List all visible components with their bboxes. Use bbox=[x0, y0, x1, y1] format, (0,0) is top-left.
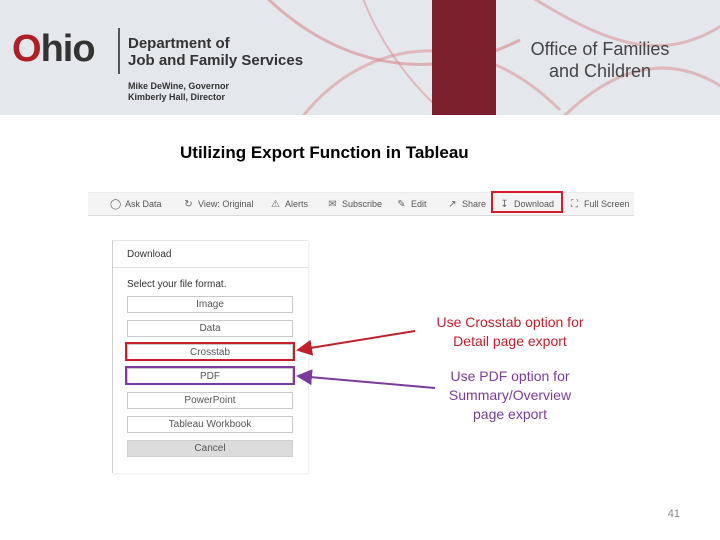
pdf-callout-line-3: page export bbox=[473, 406, 547, 422]
crosstab-arrow bbox=[296, 330, 416, 356]
pdf-callout-line-2: Summary/Overview bbox=[448, 387, 572, 403]
pdf-arrow bbox=[296, 369, 436, 389]
callout-arrows bbox=[296, 330, 436, 389]
crosstab-callout: Use Crosstab option for Detail page expo… bbox=[420, 313, 600, 351]
crosstab-callout-line-1: Use Crosstab option for bbox=[436, 314, 584, 330]
page-number: 41 bbox=[667, 508, 680, 520]
crosstab-callout-line-2: Detail page export bbox=[453, 333, 567, 349]
pdf-callout-line-1: Use PDF option for bbox=[450, 368, 570, 384]
pdf-callout: Use PDF option for Summary/Overview page… bbox=[420, 367, 600, 424]
